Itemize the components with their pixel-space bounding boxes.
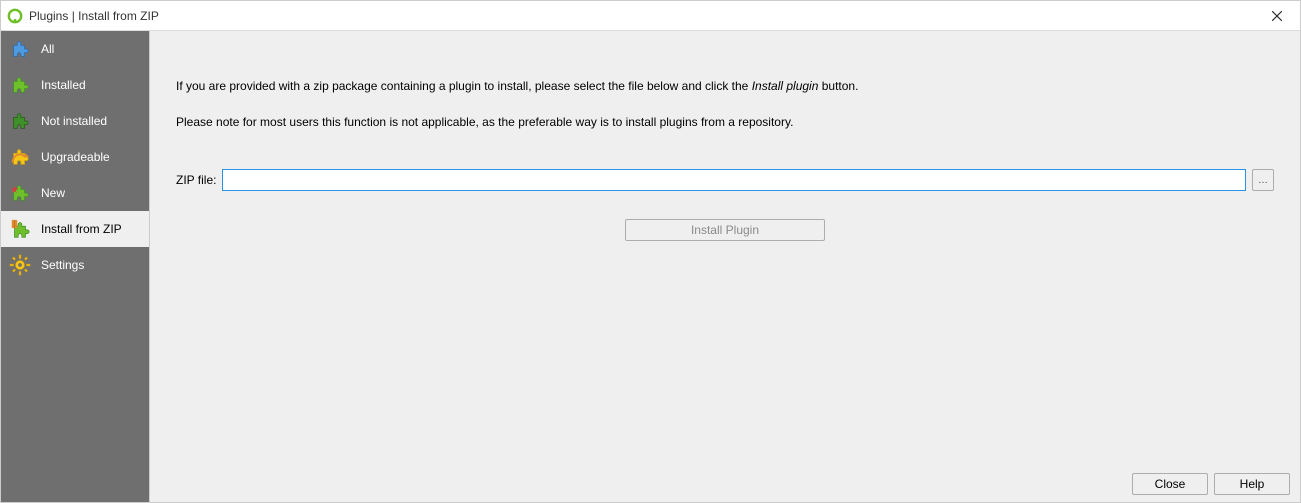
sidebar-item-label: Not installed bbox=[41, 114, 107, 128]
zip-file-input[interactable] bbox=[222, 169, 1246, 191]
puzzle-icon bbox=[9, 38, 31, 60]
gear-icon bbox=[9, 254, 31, 276]
instruction-text-1: If you are provided with a zip package c… bbox=[176, 79, 1274, 93]
help-button[interactable]: Help bbox=[1214, 473, 1290, 495]
titlebar: Plugins | Install from ZIP bbox=[1, 1, 1300, 31]
zip-file-label: ZIP file: bbox=[176, 173, 216, 187]
dialog-footer: Close Help bbox=[150, 466, 1300, 502]
sidebar-item-label: All bbox=[41, 42, 54, 56]
main-panel: If you are provided with a zip package c… bbox=[149, 31, 1300, 502]
app-icon bbox=[7, 8, 23, 24]
sidebar-item-settings[interactable]: Settings bbox=[1, 247, 149, 283]
sidebar: All Installed Not installed bbox=[1, 31, 149, 502]
sidebar-item-label: Settings bbox=[41, 258, 84, 272]
install-zip-icon bbox=[9, 218, 31, 240]
sidebar-item-label: Installed bbox=[41, 78, 86, 92]
upgrade-icon bbox=[9, 146, 31, 168]
install-plugin-button[interactable]: Install Plugin bbox=[625, 219, 825, 241]
puzzle-icon bbox=[9, 74, 31, 96]
text: button. bbox=[818, 79, 858, 93]
sidebar-item-upgradeable[interactable]: Upgradeable bbox=[1, 139, 149, 175]
instruction-text-2: Please note for most users this function… bbox=[176, 115, 1274, 129]
close-button[interactable]: Close bbox=[1132, 473, 1208, 495]
sidebar-item-label: Upgradeable bbox=[41, 150, 110, 164]
close-icon[interactable] bbox=[1254, 1, 1300, 31]
window-title: Plugins | Install from ZIP bbox=[29, 9, 159, 23]
sidebar-item-label: New bbox=[41, 186, 65, 200]
browse-button[interactable]: … bbox=[1252, 169, 1274, 191]
sidebar-item-installed[interactable]: Installed bbox=[1, 67, 149, 103]
new-icon bbox=[9, 182, 31, 204]
text: If you are provided with a zip package c… bbox=[176, 79, 752, 93]
text-italic: Install plugin bbox=[752, 79, 819, 93]
sidebar-item-label: Install from ZIP bbox=[41, 222, 122, 236]
sidebar-item-all[interactable]: All bbox=[1, 31, 149, 67]
sidebar-item-new[interactable]: New bbox=[1, 175, 149, 211]
puzzle-icon bbox=[9, 110, 31, 132]
zip-file-row: ZIP file: … bbox=[176, 169, 1274, 191]
sidebar-item-install-from-zip[interactable]: Install from ZIP bbox=[1, 211, 149, 247]
sidebar-item-not-installed[interactable]: Not installed bbox=[1, 103, 149, 139]
